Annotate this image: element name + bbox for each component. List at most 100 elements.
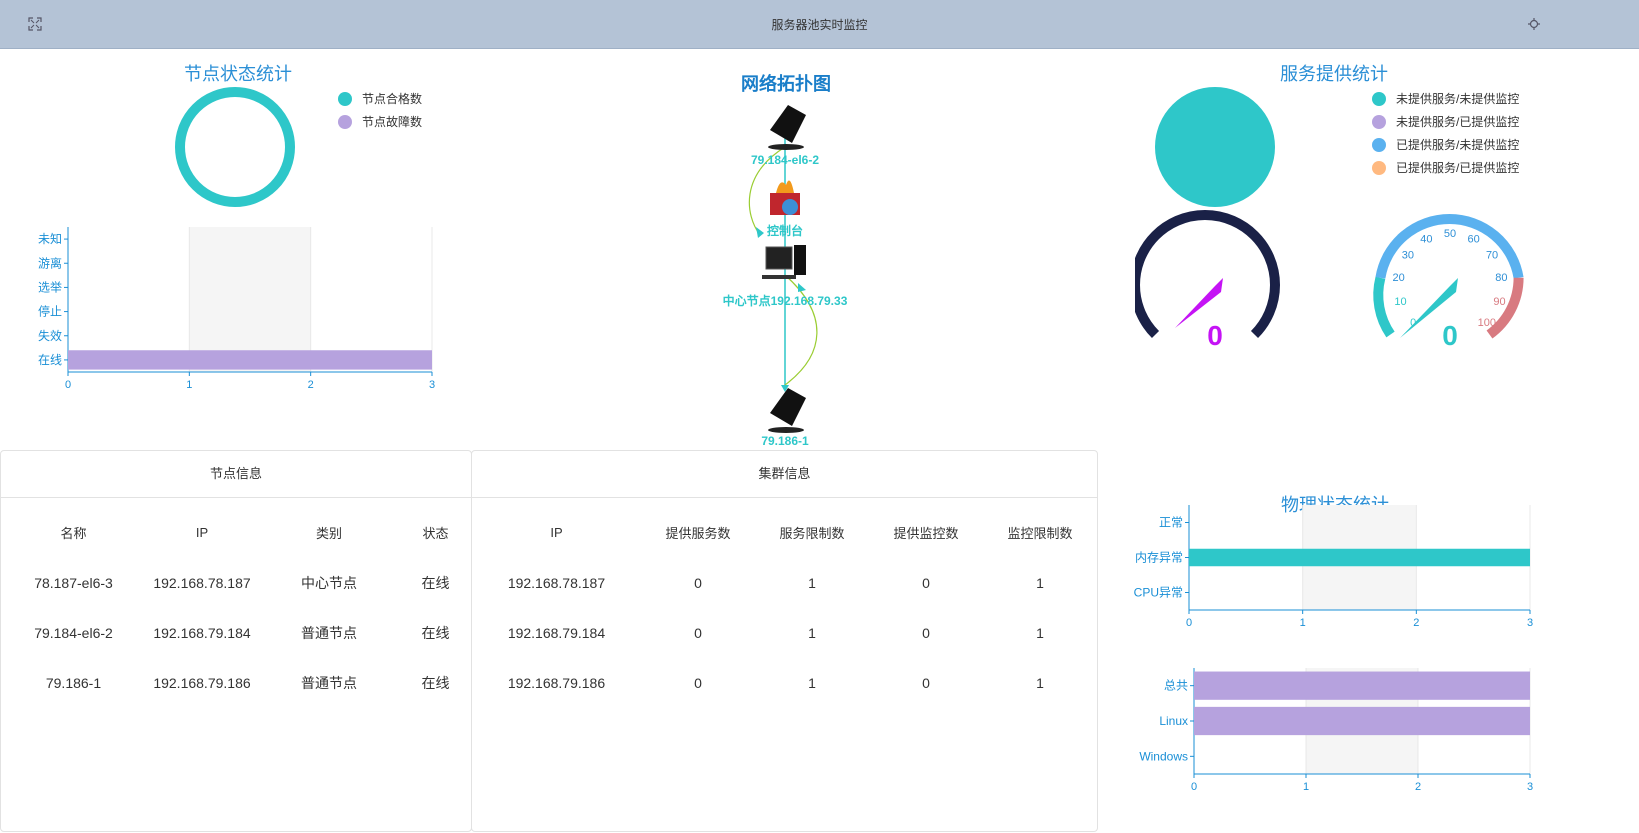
pie-slice: [1155, 87, 1275, 207]
table-cell: 79.184-el6-2: [34, 625, 113, 641]
service-legend-item[interactable]: 未提供服务/已提供监控: [1372, 113, 1519, 130]
chart-bar[interactable]: [1194, 671, 1530, 700]
service-pie-chart: [1155, 87, 1275, 207]
desktop-computer-icon[interactable]: [762, 245, 806, 279]
table-cell: 0: [922, 625, 930, 641]
table-cell: 192.168.79.186: [153, 675, 251, 691]
topology-title: 网络拓扑图: [741, 74, 831, 94]
node-info-table: 名称 IP 类别 状态 78.187-el6-3 192.168.78.187 中心节点在…: [1, 506, 471, 708]
gauge-tick-label: 80: [1495, 272, 1507, 284]
column-header: IP: [195, 524, 209, 540]
column-header: 提供服务数: [665, 525, 731, 541]
service-legend-item[interactable]: 未提供服务/未提供监控: [1372, 90, 1519, 107]
legend-dot-icon: [1372, 137, 1386, 152]
table-cell: 192.168.78.187: [507, 575, 606, 591]
gauge-tick-label: 0: [1410, 317, 1416, 329]
x-tick-label: 2: [1415, 781, 1421, 793]
y-tick-label: Linux: [1159, 714, 1188, 728]
gauge-tick-label: 10: [1394, 296, 1406, 308]
table-cell: 在线: [421, 575, 450, 591]
service-title: 服务提供统计: [1280, 64, 1388, 84]
table-row[interactable]: 79.186-1 192.168.79.186 普通节点 在线: [1, 658, 471, 708]
column-header: 状态: [422, 525, 449, 541]
legend-label: 节点合格数: [362, 92, 423, 106]
table-cell: 普通节点: [301, 625, 357, 641]
y-tick-label: 游离: [38, 255, 62, 270]
node-info-panel: 节点信息 名称 IP 类别 状态 78.187-el6-3 192.168.78.187…: [0, 450, 472, 832]
chart-bar[interactable]: [68, 350, 432, 370]
gauge-value: 0: [1442, 320, 1458, 351]
y-tick-label: 选举: [38, 280, 62, 294]
settings-icon[interactable]: [1527, 17, 1541, 31]
table-cell: 1: [808, 675, 816, 691]
gauge-tick-label: 90: [1493, 296, 1505, 308]
gauge-tick-label: 20: [1393, 272, 1405, 284]
y-tick-label: Windows: [1139, 749, 1188, 763]
chart-bar[interactable]: [1194, 706, 1530, 736]
table-cell: 192.168.79.184: [153, 625, 251, 641]
x-tick-label: 2: [308, 379, 314, 391]
os-count-bar-chart: 0 1 2 3 总共 Linux Windows: [1139, 668, 1533, 793]
topology-node-label: 中心节点192.168.79.33: [723, 293, 848, 308]
table-cell: 在线: [421, 675, 450, 691]
y-tick-label: CPU异常: [1134, 586, 1183, 600]
arrow-icon: [798, 283, 806, 292]
table-cell: 78.187-el6-3: [34, 575, 113, 591]
table-cell: 79.186-1: [45, 675, 102, 691]
gauge-arc-low: [1373, 276, 1395, 338]
table-row[interactable]: 192.168.78.187 0 1 0 1: [472, 558, 1097, 608]
table-row[interactable]: 192.168.79.186 0 1 0 1: [472, 658, 1097, 708]
gauge-tick-label: 70: [1486, 249, 1498, 261]
table-cell: 192.168.78.187: [153, 575, 251, 591]
table-row[interactable]: 79.184-el6-2 192.168.79.184 普通节点 在线: [1, 608, 471, 658]
y-tick-label: 内存异常: [1135, 551, 1183, 565]
table-cell: 1: [808, 575, 816, 591]
legend-item-qualified[interactable]: 节点合格数: [338, 90, 422, 107]
x-tick-label: 3: [429, 379, 435, 391]
y-tick-label: 正常: [1159, 516, 1183, 530]
node-status-ring-chart: [175, 87, 295, 207]
x-tick-label: 3: [1527, 617, 1533, 629]
table-header-row: IP 提供服务数 服务限制数 提供监控数 监控限制数: [472, 506, 1097, 558]
column-header: 类别: [315, 525, 342, 541]
service-legend-item[interactable]: 已提供服务/未提供监控: [1372, 136, 1519, 153]
table-cell: 0: [694, 625, 702, 641]
column-header: 监控限制数: [1007, 525, 1073, 541]
ring-qualified-segment: [175, 87, 295, 207]
legend-label: 节点故障数: [362, 115, 423, 129]
table-row[interactable]: 192.168.79.184 0 1 0 1: [472, 608, 1097, 658]
firewall-icon[interactable]: [770, 180, 800, 216]
topology-link: [784, 274, 818, 386]
server-icon[interactable]: [768, 105, 806, 150]
table-row[interactable]: 78.187-el6-3 192.168.78.187 中心节点 在线: [1, 558, 471, 608]
server-icon[interactable]: [768, 388, 806, 433]
node-info-title: 节点信息: [1, 451, 471, 498]
y-tick-label: 总共: [1164, 679, 1188, 693]
column-header: 服务限制数: [779, 525, 845, 541]
x-tick-label: 0: [65, 379, 71, 391]
service-gauge-left: 0: [1135, 210, 1280, 351]
gauge-tick-label: 60: [1467, 234, 1479, 246]
x-tick-label: 0: [1191, 781, 1197, 793]
table-cell: 0: [922, 675, 930, 691]
table-cell: 192.168.79.186: [507, 675, 606, 691]
gauge-arc: [1135, 210, 1280, 339]
column-header: IP: [550, 524, 563, 540]
physical-status-bar-chart: 0 1 2 3 正常内存异常 CPU异常: [1134, 505, 1533, 629]
legend-item-faulty[interactable]: 节点故障数: [338, 113, 422, 130]
service-gauge-right: 0 0 10 20 30 40 50 60 70 80 90 100: [1373, 214, 1524, 351]
chart-bar[interactable]: [1189, 548, 1530, 567]
table-cell: 0: [922, 575, 930, 591]
service-legend-item[interactable]: 已提供服务/已提供监控: [1372, 159, 1519, 176]
x-tick-label: 2: [1413, 617, 1419, 629]
gauge-value: 0: [1207, 320, 1223, 351]
x-tick-label: 1: [1303, 781, 1309, 793]
table-cell: 1: [1036, 625, 1044, 641]
legend-dot-icon: [1372, 91, 1386, 106]
gauge-tick-label: 30: [1402, 249, 1414, 261]
y-tick-label: 停止: [38, 304, 62, 319]
table-cell: 0: [694, 575, 702, 591]
legend-dot-icon: [338, 91, 352, 106]
legend-label: 未提供服务/未提供监控: [1396, 92, 1520, 106]
page-title: 服务器池实时监控: [771, 18, 868, 32]
